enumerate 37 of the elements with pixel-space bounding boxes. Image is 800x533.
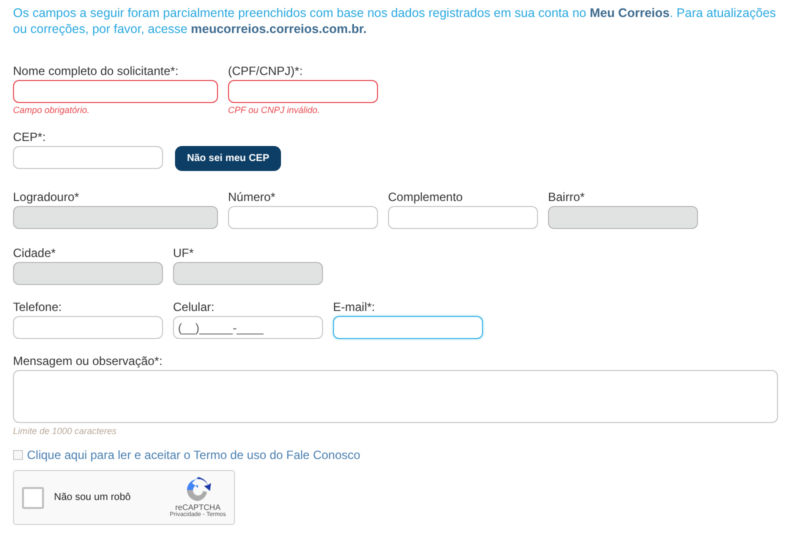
field-label: Nome completo do solicitante*: [13, 65, 180, 78]
recaptcha-logo-icon [184, 477, 211, 503]
field-label: Celular: [173, 301, 216, 314]
recaptcha-brand: reCAPTCHA [175, 503, 221, 512]
field-label: (CPF/CNPJ)*: [228, 65, 304, 78]
input-field[interactable] [228, 80, 378, 103]
error-message: CPF ou CNPJ inválido. [228, 105, 321, 115]
input-field[interactable] [13, 80, 218, 103]
input-field[interactable] [13, 146, 163, 169]
input-field[interactable] [13, 262, 163, 285]
field-label: Telefone: [13, 301, 63, 314]
input-field[interactable] [228, 206, 378, 229]
field-label: CEP*: [13, 131, 47, 144]
field-label: Cidade* [13, 247, 57, 260]
field-label: Bairro* [548, 191, 586, 204]
input-field[interactable] [333, 316, 483, 339]
captcha-checkbox[interactable] [22, 486, 44, 508]
input-field[interactable]: (__)_____-____ [173, 316, 323, 339]
input-field[interactable] [388, 206, 538, 229]
input-field[interactable] [13, 206, 218, 229]
field-label: Mensagem ou observação*: [13, 355, 164, 368]
character-limit-hint: Limite de 1000 caracteres [13, 426, 118, 436]
field-label: Complemento [388, 191, 464, 204]
field-label: Número* [228, 191, 276, 204]
terms-checkbox[interactable] [13, 450, 23, 460]
terms-link[interactable]: Clique aqui para ler e aceitar o Termo de uso do Fale Conosco [27, 448, 360, 462]
input-field[interactable] [173, 262, 323, 285]
cep-lookup-button[interactable]: Não sei meu CEP [175, 146, 282, 171]
input-field[interactable] [548, 206, 698, 229]
input-field[interactable] [13, 316, 163, 339]
field-label: UF* [173, 247, 195, 260]
error-message: Campo obrigatório. [13, 105, 91, 115]
field-label: E-mail*: [333, 301, 376, 314]
field-label: Logradouro* [13, 191, 80, 204]
message-field[interactable] [13, 370, 778, 423]
captcha-label: Não sou um robô [54, 492, 132, 503]
intro-text: Os campos a seguir foram parcialmente preenchidos com base nos dados registrados em sua conta no Meu Correios. Para atualizações ou correções, por favor, acesse meucorreios.correios.com.br. [13, 5, 777, 37]
